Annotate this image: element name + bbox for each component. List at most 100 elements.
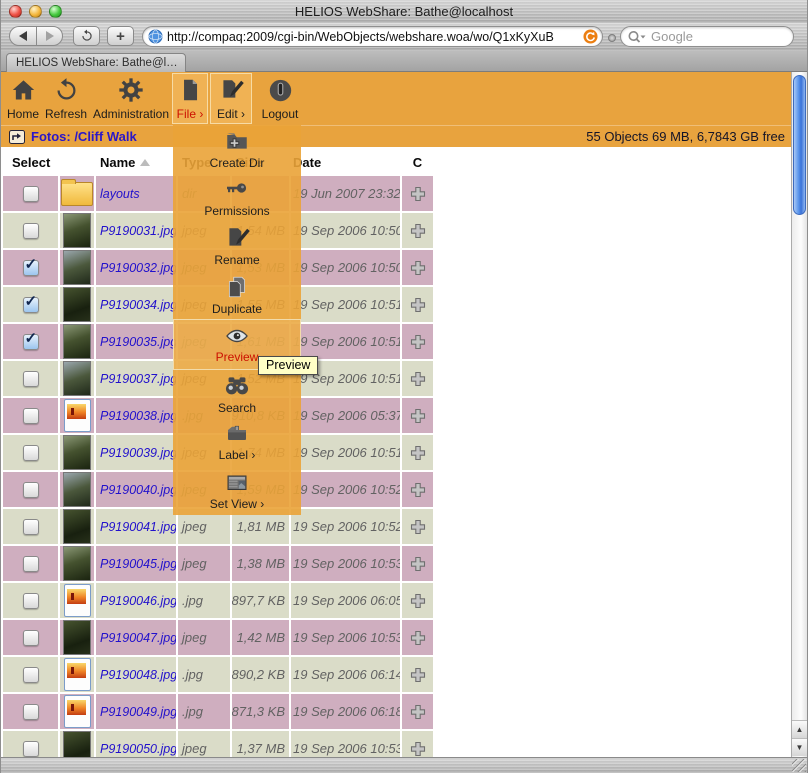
row-checkbox[interactable] [22,666,39,683]
menu-item-search[interactable]: Search [173,370,301,419]
file-date: 19 Sep 2006 10:53 [291,546,400,581]
add-comment-icon[interactable] [410,482,426,498]
scroll-up-arrow[interactable]: ▲ [792,720,807,738]
add-comment-icon[interactable] [410,297,426,313]
file-thumbnail[interactable] [63,324,91,359]
new-tab-button[interactable]: + [107,26,134,46]
add-comment-icon[interactable] [410,260,426,276]
file-link[interactable]: P9190047.jpg [100,631,176,645]
file-link[interactable]: layouts [100,187,140,201]
row-checkbox[interactable] [22,222,39,239]
add-comment-icon[interactable] [410,704,426,720]
search-field[interactable]: Google [620,26,794,47]
file-thumbnail[interactable] [63,435,91,470]
file-link[interactable]: P9190040.jpg [100,483,176,497]
header-name[interactable]: Name [96,155,176,170]
row-checkbox[interactable] [22,592,39,609]
row-checkbox[interactable] [22,555,39,572]
row-checkbox[interactable] [22,629,39,646]
add-comment-icon[interactable] [410,667,426,683]
folder-up-icon[interactable] [9,129,25,144]
file-thumbnail[interactable] [63,472,91,507]
add-comment-icon[interactable] [410,556,426,572]
file-link[interactable]: P9190034.jpg [100,298,176,312]
add-comment-icon[interactable] [410,445,426,461]
file-link[interactable]: P9190039.jpg [100,446,176,460]
row-checkbox[interactable] [22,407,39,424]
menu-item-set-view[interactable]: Set View › [173,467,301,516]
add-comment-icon[interactable] [410,741,426,757]
menu-item-rename[interactable]: Rename [173,222,301,271]
file-thumbnail[interactable] [63,584,91,617]
address-bar[interactable]: http://compaq:2009/cgi-bin/WebObjects/we… [142,26,603,47]
header-date[interactable]: Date [291,155,400,170]
file-thumbnail[interactable] [63,731,91,757]
file-thumbnail[interactable] [63,213,91,248]
file-link[interactable]: P9190037.jpg [100,372,176,386]
file-thumbnail[interactable] [63,658,91,691]
vertical-scrollbar[interactable]: ▲ ▼ [791,72,807,757]
add-comment-icon[interactable] [410,371,426,387]
add-comment-icon[interactable] [410,630,426,646]
add-comment-icon[interactable] [410,519,426,535]
scrollbar-thumb[interactable] [793,75,806,215]
file-thumbnail[interactable] [63,361,91,396]
tab-webshare[interactable]: HELIOS WebShare: Bathe@l… [6,53,186,72]
menu-item-label[interactable]: Label › [173,418,301,467]
file-thumbnail[interactable] [63,509,91,544]
logout-button[interactable]: Logout [254,74,306,123]
row-checkbox[interactable] [22,740,39,757]
file-link[interactable]: P9190032.jpg [100,261,176,275]
add-comment-icon[interactable] [410,408,426,424]
menu-item-permissions[interactable]: Permissions [173,174,301,223]
reload-button[interactable] [73,26,100,46]
file-thumbnail[interactable] [63,620,91,655]
row-checkbox[interactable] [22,518,39,535]
back-button[interactable] [9,26,36,46]
add-comment-icon[interactable] [410,334,426,350]
administration-button[interactable]: Administration [91,74,171,123]
key-icon [227,183,247,193]
file-link[interactable]: P9190046.jpg [100,594,176,608]
add-comment-icon[interactable] [410,223,426,239]
file-link[interactable]: P9190035.jpg [100,335,176,349]
refresh-button[interactable]: Refresh [43,74,89,123]
file-thumbnail[interactable] [63,287,91,322]
url-text[interactable]: http://compaq:2009/cgi-bin/WebObjects/we… [167,30,583,44]
edit-menu-button[interactable]: Edit › [210,73,252,124]
row-checkbox[interactable] [22,185,39,202]
file-link[interactable]: P9190038.jpg [100,409,176,423]
file-thumbnail[interactable] [63,695,91,728]
row-checkbox[interactable] [22,329,39,350]
file-link[interactable]: P9190041.jpg [100,520,176,534]
row-checkbox[interactable] [22,481,39,498]
file-link[interactable]: P9190050.jpg [100,742,176,756]
file-thumbnail[interactable] [63,250,91,285]
row-checkbox[interactable] [22,703,39,720]
file-thumbnail[interactable] [63,546,91,581]
file-size: 890,2 KB [232,657,289,692]
file-link[interactable]: P9190045.jpg [100,557,176,571]
menu-item-create-dir[interactable]: Create Dir [173,125,301,174]
row-checkbox[interactable] [22,255,39,276]
file-link[interactable]: P9190049.jpg [100,705,176,719]
snapback-icon[interactable] [583,29,598,44]
file-date: 19 Sep 2006 10:50 [291,250,400,285]
file-thumbnail[interactable] [63,399,91,432]
file-thumbnail[interactable] [61,178,93,206]
header-select[interactable]: Select [3,155,58,170]
resize-grip[interactable] [792,759,806,772]
add-comment-icon[interactable] [410,593,426,609]
breadcrumb[interactable]: Fotos: /Cliff Walk [31,129,137,144]
file-link[interactable]: P9190031.jpg [100,224,176,238]
row-checkbox[interactable] [22,370,39,387]
scroll-down-arrow[interactable]: ▼ [792,738,807,756]
row-checkbox[interactable] [22,292,39,313]
home-button[interactable]: Home [5,74,41,123]
forward-button[interactable] [36,26,63,46]
add-comment-icon[interactable] [410,186,426,202]
row-checkbox[interactable] [22,444,39,461]
menu-item-duplicate[interactable]: Duplicate [173,271,301,320]
file-menu-button[interactable]: File › [172,73,208,124]
file-link[interactable]: P9190048.jpg [100,668,176,682]
